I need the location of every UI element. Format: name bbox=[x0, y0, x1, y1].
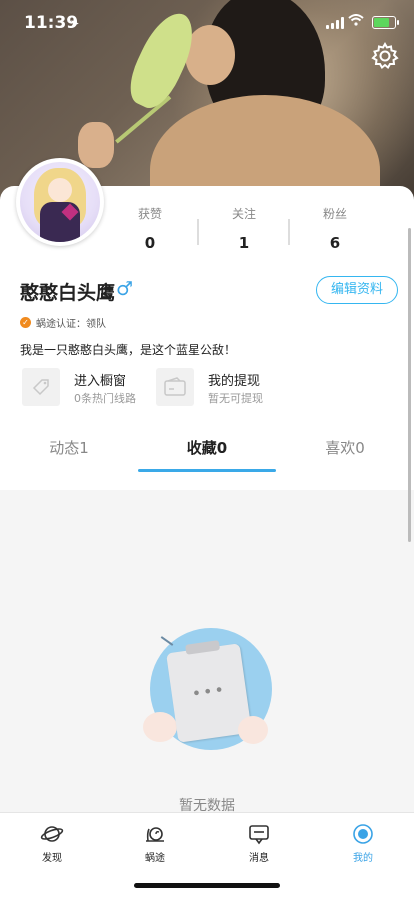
profile-icon bbox=[351, 823, 375, 845]
message-icon bbox=[247, 823, 271, 845]
tabbar-label: 消息 bbox=[249, 853, 269, 864]
stat-value: 0 bbox=[144, 234, 156, 252]
divider bbox=[288, 219, 290, 245]
withdraw-subtitle: 暂无可提现 bbox=[208, 392, 263, 405]
tabbar-item-woture[interactable]: 蜗途 bbox=[125, 823, 185, 864]
stat-following[interactable]: 关注 1 bbox=[204, 205, 284, 252]
showcase-subtitle: 0条热门线路 bbox=[74, 392, 136, 405]
stat-label: 粉丝 bbox=[322, 207, 347, 221]
stat-value: 1 bbox=[238, 234, 250, 252]
tabbar-label: 发现 bbox=[42, 853, 62, 864]
tabbar-label: 我的 bbox=[353, 853, 373, 864]
empty-state-illustration bbox=[143, 712, 177, 742]
edit-profile-button[interactable]: 编辑资料 bbox=[316, 276, 398, 304]
status-bar: 11:39 ➤ bbox=[0, 0, 414, 44]
withdraw-title: 我的提现 bbox=[208, 374, 261, 389]
tabbar-item-messages[interactable]: 消息 bbox=[229, 823, 289, 864]
profile-name: 憨憨白头鹰 bbox=[20, 282, 116, 304]
tabbar-item-me[interactable]: 我的 bbox=[333, 823, 393, 864]
profile-stats: 获赞 0 关注 1 粉丝 6 bbox=[110, 205, 400, 255]
cellular-signal-icon bbox=[326, 17, 344, 29]
wallet-icon bbox=[156, 368, 194, 406]
home-indicator bbox=[134, 883, 280, 888]
showcase-title: 进入橱窗 bbox=[74, 374, 127, 389]
tag-icon bbox=[22, 368, 60, 406]
tab-favorites[interactable]: 收藏0 bbox=[162, 437, 252, 458]
divider bbox=[197, 219, 199, 245]
planet-icon bbox=[40, 823, 64, 845]
active-tab-indicator bbox=[138, 469, 276, 472]
wifi-icon bbox=[348, 14, 364, 30]
stat-likes[interactable]: 获赞 0 bbox=[110, 205, 190, 252]
battery-icon bbox=[372, 16, 399, 29]
tabbar-label: 蜗途 bbox=[145, 853, 165, 864]
scrollbar[interactable] bbox=[408, 228, 411, 542]
settings-gear-icon[interactable] bbox=[370, 41, 400, 71]
verified-check-icon: ✓ bbox=[20, 317, 31, 328]
location-arrow-icon: ➤ bbox=[70, 17, 80, 30]
tab-likes[interactable]: 喜欢0 bbox=[300, 437, 390, 458]
stat-label: 获赞 bbox=[137, 207, 162, 221]
male-gender-icon: ♂ bbox=[116, 278, 134, 300]
tab-posts[interactable]: 动态1 bbox=[24, 437, 114, 458]
avatar[interactable] bbox=[16, 158, 104, 246]
stat-value: 6 bbox=[329, 234, 341, 252]
stat-label: 关注 bbox=[231, 207, 256, 221]
tabbar-item-discover[interactable]: 发现 bbox=[22, 823, 82, 864]
verification-text: 蜗途认证：领队 bbox=[36, 319, 106, 330]
showcase-entry[interactable]: 进入橱窗 0条热门线路 bbox=[22, 368, 152, 408]
stat-followers[interactable]: 粉丝 6 bbox=[295, 205, 375, 252]
withdraw-entry[interactable]: 我的提现 暂无可提现 bbox=[156, 368, 286, 408]
empty-state-illustration bbox=[238, 716, 268, 744]
snail-icon bbox=[143, 823, 167, 845]
profile-bio: 我是一只憨憨白头鹰，是这个蓝星公敌！ bbox=[20, 343, 237, 357]
